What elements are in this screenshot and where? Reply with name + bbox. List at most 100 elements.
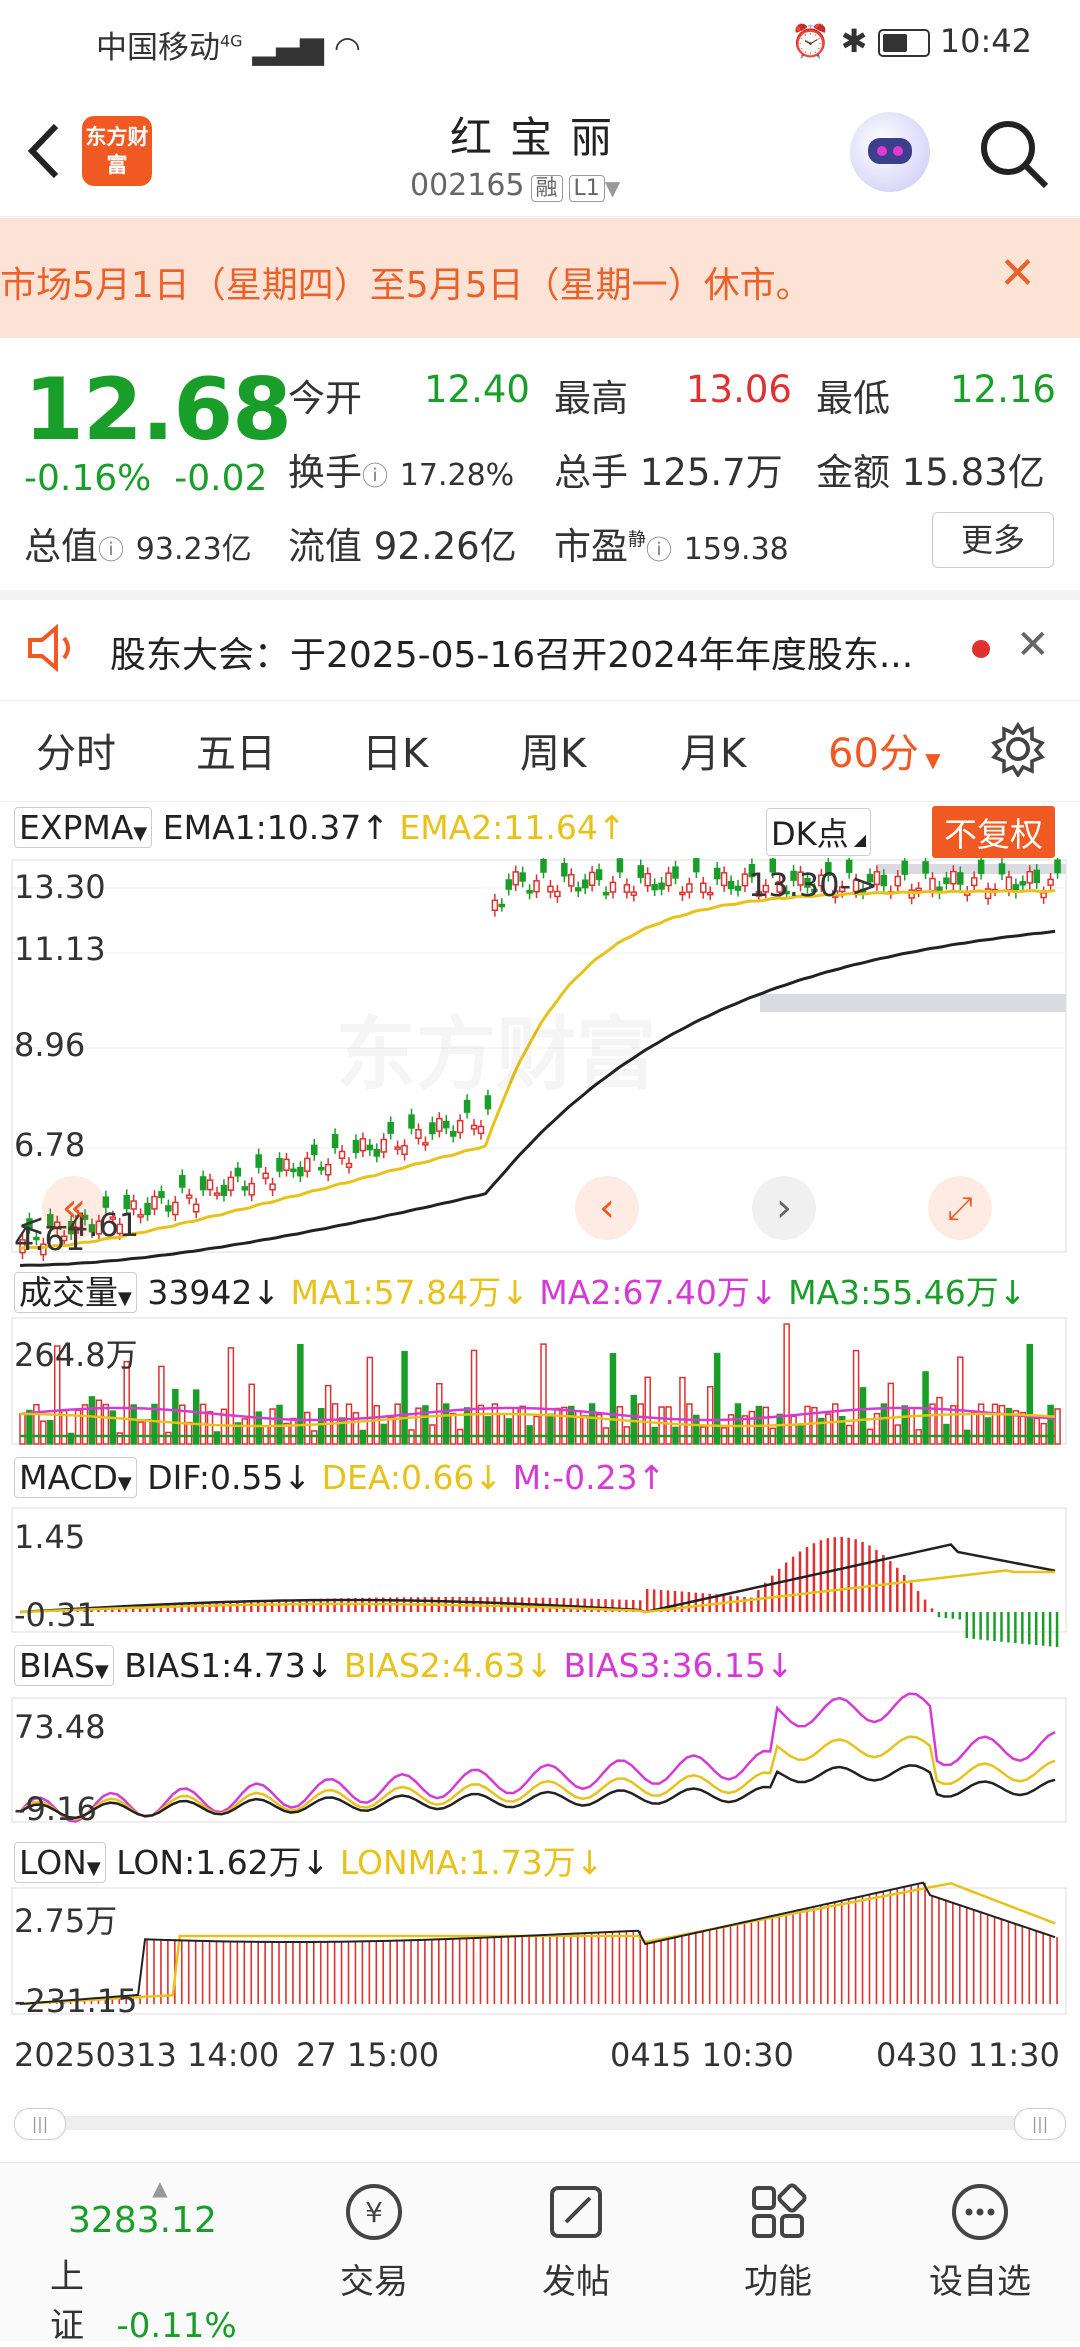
candle-body bbox=[977, 859, 985, 874]
nav-add-watchlist[interactable]: 设自选 bbox=[920, 2180, 1040, 2303]
dropdown-icon: ▼ bbox=[604, 176, 621, 200]
indicator-select-macd[interactable]: MACD▼ bbox=[14, 1457, 137, 1498]
expma-header: EXPMA▼ EMA1:10.37↑ EMA2:11.64↑ bbox=[14, 807, 626, 848]
volume-bar bbox=[109, 1410, 117, 1445]
candle-body bbox=[533, 880, 540, 893]
level-tag: L1 bbox=[568, 175, 605, 202]
macd-panel bbox=[19, 1536, 1059, 1648]
volume-bar bbox=[957, 1356, 964, 1445]
candle-body bbox=[498, 903, 506, 908]
ema2-readout: EMA2:11.64↑ bbox=[399, 808, 626, 847]
tab-weekly-k[interactable]: 周K bbox=[520, 721, 586, 779]
tab-five-day[interactable]: 五日 bbox=[196, 721, 276, 779]
scroll-left-far-button[interactable]: « bbox=[42, 1176, 106, 1240]
indicator-select-volume[interactable]: 成交量▼ bbox=[14, 1272, 137, 1313]
unread-dot bbox=[972, 640, 990, 658]
candle-body bbox=[373, 1148, 381, 1157]
stock-code-row[interactable]: 002165 融 L1 ▼ bbox=[410, 168, 620, 203]
candle-body bbox=[248, 1182, 255, 1196]
candle-body bbox=[943, 877, 950, 885]
volume-bar bbox=[568, 1405, 575, 1445]
volume-bar bbox=[137, 1421, 144, 1445]
scrollbar-right-handle[interactable]: ||| bbox=[1014, 2108, 1066, 2140]
status-bar: 中国移动4G ▂▄▆ ◠ ⏰ ✱ 10:42 bbox=[0, 0, 1080, 84]
scrollbar-left-handle[interactable]: ||| bbox=[14, 2108, 66, 2140]
indicator-select-bias[interactable]: BIAS▼ bbox=[14, 1645, 114, 1686]
candle-body bbox=[651, 884, 658, 891]
candle-body bbox=[366, 1144, 374, 1151]
candle-body bbox=[727, 880, 735, 890]
macd-y-bottom: -0.31 bbox=[14, 1596, 97, 1634]
volume-bar bbox=[540, 1343, 547, 1445]
index-widget[interactable]: ▲ 3283.12 上证 -0.11% bbox=[50, 2176, 270, 2347]
candle-body bbox=[901, 860, 908, 875]
candle-body bbox=[311, 1144, 318, 1156]
volume-bar bbox=[554, 1407, 561, 1445]
volume-bar bbox=[950, 1405, 957, 1445]
tab-intraday[interactable]: 分时 bbox=[36, 721, 116, 779]
search-button[interactable] bbox=[976, 116, 1052, 196]
volume-bar bbox=[505, 1418, 513, 1445]
volume-bar bbox=[825, 1413, 832, 1445]
high-value: 13.06 bbox=[686, 368, 792, 411]
candle-body bbox=[512, 871, 519, 886]
support-band bbox=[760, 994, 1066, 1012]
candle-body bbox=[998, 863, 1006, 875]
candle-body bbox=[568, 873, 575, 887]
close-icon[interactable]: ✕ bbox=[999, 248, 1036, 299]
nav-functions[interactable]: 功能 bbox=[718, 2180, 838, 2303]
candle-body bbox=[276, 1157, 283, 1172]
volume-bar bbox=[533, 1415, 540, 1445]
indicator-select-main[interactable]: EXPMA▼ bbox=[14, 807, 153, 848]
candle-body bbox=[338, 1150, 346, 1159]
more-icon bbox=[952, 2184, 1008, 2240]
no-adjust-button[interactable]: 不复权 bbox=[932, 806, 1055, 858]
bias-header: BIAS▼ BIAS1:4.73↓ BIAS2:4.63↓ BIAS3:36.1… bbox=[14, 1645, 794, 1686]
volume-bar bbox=[519, 1405, 526, 1445]
pe-row: 市盈静ⓘ 159.38 bbox=[554, 525, 789, 568]
volume-bar bbox=[498, 1413, 506, 1445]
close-icon[interactable]: ✕ bbox=[1016, 622, 1050, 668]
robot-assistant-icon[interactable] bbox=[850, 112, 930, 192]
volume-bar bbox=[449, 1412, 457, 1445]
volume-bar bbox=[185, 1421, 193, 1445]
gear-icon[interactable] bbox=[990, 721, 1046, 777]
tab-daily-k[interactable]: 日K bbox=[362, 721, 428, 779]
scroll-left-button[interactable]: ‹ bbox=[575, 1176, 639, 1240]
watermark: 东方财富 bbox=[336, 990, 656, 1106]
scroll-right-button[interactable]: › bbox=[752, 1176, 816, 1240]
candle-body bbox=[199, 1176, 207, 1191]
nav-trade[interactable]: ¥ 交易 bbox=[314, 2180, 434, 2303]
float-row: 流值 92.26亿 bbox=[288, 525, 517, 568]
candle-body bbox=[957, 872, 964, 885]
nav-post[interactable]: 发帖 bbox=[516, 2180, 636, 2303]
volume-bar bbox=[484, 1416, 492, 1445]
shareholder-meeting-banner[interactable]: 股东大会：于2025-05-16召开2024年年度股东... ✕ bbox=[0, 590, 1080, 704]
volume-bar bbox=[40, 1420, 47, 1445]
candle-body bbox=[185, 1194, 193, 1199]
indicator-select-lon[interactable]: LON▼ bbox=[14, 1842, 106, 1883]
candle-body bbox=[1047, 878, 1054, 886]
candle-body bbox=[304, 1157, 311, 1172]
tab-monthly-k[interactable]: 月K bbox=[680, 721, 746, 779]
candle-body bbox=[1040, 892, 1047, 899]
volume-bar bbox=[158, 1365, 165, 1445]
chart-scrollbar[interactable] bbox=[14, 2116, 1066, 2130]
tab-60min[interactable]: 60分 ▼ bbox=[828, 721, 941, 779]
dk-point-toggle[interactable]: DK点 ◢ bbox=[766, 808, 872, 856]
battery-icon bbox=[877, 29, 930, 57]
more-button[interactable]: 更多 bbox=[932, 512, 1054, 568]
candle-body bbox=[700, 882, 707, 893]
expand-icon[interactable]: ⤢ bbox=[928, 1176, 992, 1240]
candle-body bbox=[693, 858, 700, 873]
volume-bar bbox=[644, 1376, 651, 1445]
x-label-1: 20250313 14:00 bbox=[14, 2036, 280, 2074]
margin-tag: 融 bbox=[530, 175, 563, 202]
volume-bar bbox=[561, 1406, 568, 1445]
lon-header: LON▼ LON:1.62万↓ LONMA:1.73万↓ bbox=[14, 1836, 603, 1884]
candle-body bbox=[380, 1138, 387, 1153]
low-label: 最低 bbox=[816, 377, 890, 420]
candle-body bbox=[317, 1167, 325, 1171]
market-closure-notice[interactable]: 市场5月1日（星期四）至5月5日（星期一）休市。 ✕ bbox=[0, 218, 1080, 338]
candle-body bbox=[477, 1125, 485, 1135]
